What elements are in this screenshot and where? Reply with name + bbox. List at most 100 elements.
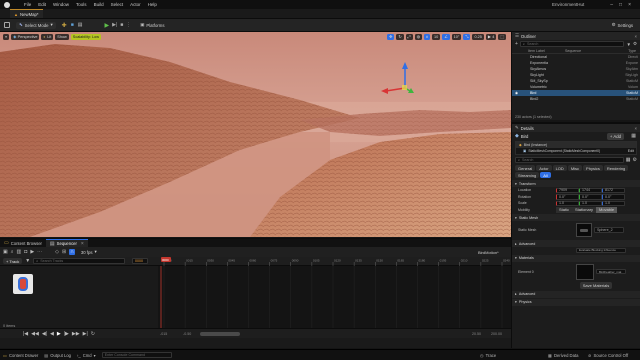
outliner-settings-icon[interactable]: ⚙ <box>633 41 637 47</box>
menu-file[interactable]: File <box>24 2 31 7</box>
play-forward-icon[interactable]: ▶ <box>57 331 61 337</box>
static-mesh-dropdown[interactable]: Sphere_2 <box>594 227 624 233</box>
content-drawer-button[interactable]: ▭ Content Drawer <box>3 353 38 358</box>
materials-section[interactable]: ▾ Materials <box>512 254 640 262</box>
outliner-tab[interactable]: ☰ Outliner × <box>512 32 640 40</box>
menu-build[interactable]: Build <box>94 2 104 7</box>
add-content-icon[interactable]: ✚ <box>62 22 67 29</box>
filter-general[interactable]: General <box>515 165 536 171</box>
details-search-input[interactable]: ⌕ Search <box>515 157 624 163</box>
static-mesh-section[interactable]: ▾ Static Mesh <box>512 214 640 221</box>
maximize-viewport[interactable]: ⬚ <box>498 33 506 40</box>
scale-label[interactable]: Scale <box>518 201 556 205</box>
scalability-warning[interactable]: Scalability: Low <box>70 33 101 40</box>
outliner-close-icon[interactable]: × <box>634 34 637 39</box>
snap-magnet-icon[interactable]: ∩ <box>69 249 75 255</box>
step-icon[interactable]: ▶| <box>112 22 117 28</box>
minimize-icon[interactable]: – <box>610 2 619 8</box>
output-log-button[interactable]: ▤ Output Log <box>44 353 71 358</box>
current-frame-field[interactable]: 0000 <box>132 258 148 264</box>
mobility-stationary[interactable]: Stationary <box>572 207 597 213</box>
platforms-button[interactable]: ▣ Platforms <box>137 22 167 29</box>
mesh-thumbnail[interactable] <box>576 223 592 237</box>
play-icon[interactable]: ▶ <box>104 22 109 29</box>
prev-key-icon[interactable]: ◀◀ <box>31 331 39 337</box>
add-component-button[interactable]: + Add <box>606 132 624 140</box>
grid-snap[interactable]: # <box>423 33 431 40</box>
add-icon[interactable]: + <box>515 41 518 47</box>
filter-misc[interactable]: Misc <box>567 165 583 171</box>
filter-rendering[interactable]: Rendering <box>603 165 629 171</box>
transform-section[interactable]: ▾ Transform <box>512 180 640 187</box>
menu-actor[interactable]: Actor <box>130 2 141 7</box>
key-icon[interactable]: ◇ <box>55 249 59 255</box>
advanced-section[interactable]: ▸ Advanced <box>512 240 640 247</box>
world-local-toggle[interactable]: ◍ <box>414 33 422 40</box>
select-mode-button[interactable]: ⬉ Select Mode ▾ <box>16 21 56 29</box>
location-x[interactable]: 7909 <box>556 187 579 193</box>
component-row[interactable]: ▣ StaticMeshComponent (StaticMeshCompone… <box>516 148 636 154</box>
rotation-z[interactable]: 0.0° <box>602 194 625 200</box>
lit-button[interactable]: ◐ Lit <box>41 33 54 40</box>
content-browser-tab[interactable]: ▭ Content Browser <box>0 239 46 247</box>
grid-snap-value[interactable]: 10 <box>432 33 441 40</box>
close-icon[interactable]: × <box>628 2 637 8</box>
next-key-icon[interactable]: ▶▶ <box>72 331 80 337</box>
timeline-area[interactable] <box>158 266 511 328</box>
scale-y[interactable]: 1.0 <box>579 200 602 206</box>
rotation-snap-value[interactable]: 10° <box>451 33 462 40</box>
rotation-label[interactable]: Rotation <box>518 195 556 199</box>
level-tab[interactable]: ▲ NewMap* <box>10 9 43 18</box>
rotate-tool[interactable]: ↻ <box>396 33 404 40</box>
scale-snap[interactable]: ⤡ <box>463 33 471 40</box>
loop-icon[interactable]: ↻ <box>91 331 95 337</box>
find-icon[interactable]: ⌕ <box>11 249 14 255</box>
eye-icon[interactable]: ◉ <box>515 91 518 95</box>
sequencer-close-icon[interactable]: × <box>81 241 84 247</box>
stop-icon[interactable]: ■ <box>120 22 123 28</box>
save-sequence-icon[interactable]: ▣ <box>3 249 8 255</box>
range-end[interactable]: 20.50 <box>472 332 481 336</box>
fps-dropdown[interactable]: 30 fps ▾ <box>78 249 100 256</box>
camera-speed[interactable]: ▶ 4 <box>485 33 497 40</box>
material-dropdown[interactable]: BirdFeather_mat <box>596 268 626 275</box>
col-sequence[interactable]: Sequence <box>565 49 581 53</box>
physics-section[interactable]: ▾ Physics <box>512 298 640 306</box>
menu-help[interactable]: Help <box>148 2 157 7</box>
mobility-movable[interactable]: Movable <box>596 207 618 213</box>
level-viewport[interactable] <box>0 32 511 237</box>
evaluate-dropdown[interactable]: Evaluate Blocking Influence <box>576 247 626 253</box>
film-icon[interactable]: ▥ <box>17 249 22 255</box>
menu-window[interactable]: Window <box>53 2 69 7</box>
scale-x[interactable]: 1.0 <box>556 200 579 206</box>
timeline-scrollbar[interactable] <box>200 331 240 336</box>
range-start[interactable]: -015 <box>160 332 167 336</box>
maximize-icon[interactable]: □ <box>619 2 628 8</box>
material-thumbnail[interactable] <box>576 263 594 280</box>
console-input[interactable]: Enter Console Command <box>101 352 172 358</box>
timeline-ruler[interactable]: 0000 0015 0030 0045 0060 0075 0090 0105 0120 0135… <box>160 257 510 266</box>
snap-icon[interactable]: ⊞ <box>62 249 66 255</box>
menu-edit[interactable]: Edit <box>38 2 46 7</box>
details-tab[interactable]: ✎ Details × <box>512 124 640 132</box>
settings-button[interactable]: ⚙ Settings <box>609 22 636 29</box>
play-reverse-icon[interactable]: ◀ <box>50 331 54 337</box>
location-y[interactable]: 1744 <box>579 187 602 193</box>
scale-tool[interactable]: ⤢ <box>405 33 413 40</box>
blueprint-icon[interactable]: ■ <box>71 22 74 28</box>
more-icon[interactable]: ⋯ <box>37 249 42 255</box>
add-track-button[interactable]: + Track <box>3 258 23 264</box>
edit-component-link[interactable]: Edit <box>628 149 634 153</box>
rotation-x[interactable]: 0.0° <box>556 194 579 200</box>
filter-lod[interactable]: LOD <box>552 165 567 171</box>
goto-end-icon[interactable]: ▶| <box>83 331 88 337</box>
filter-all[interactable]: All <box>540 172 551 178</box>
translate-tool[interactable]: ✥ <box>387 33 395 40</box>
details-settings-icon[interactable]: ⚙ <box>633 157 637 163</box>
outliner-search-input[interactable]: ⌕ Search <box>519 41 625 47</box>
filter-icon[interactable]: ▼ <box>626 42 630 47</box>
blueprint-add-icon[interactable]: ▦ <box>631 133 636 139</box>
range-start-2[interactable]: -0.50 <box>183 332 191 336</box>
camera-add-icon[interactable]: ◘ <box>24 249 27 255</box>
col-item-label[interactable]: Item Label <box>528 49 545 53</box>
